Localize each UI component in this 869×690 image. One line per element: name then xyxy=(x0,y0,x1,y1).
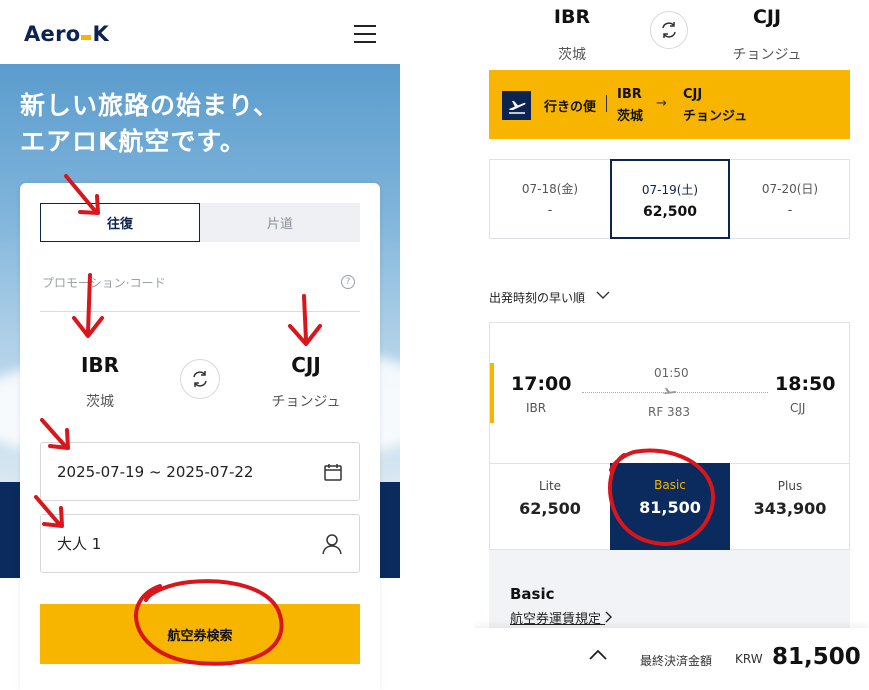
menu-icon[interactable] xyxy=(354,25,376,43)
user-icon xyxy=(322,534,342,555)
red-annotation-overlay xyxy=(608,448,715,546)
destination-airport[interactable]: CJJ チョンジュ xyxy=(246,353,366,411)
flight-search-card: 往復 片道 プロモーション·コード ? IBR 茨城 CJJ チョンジュ 202… xyxy=(20,183,380,690)
tab-one-way[interactable]: 片道 xyxy=(200,203,360,242)
search-screen: Aero K 新しい旅路の始まり、 エアロK航空です。 往復 片道 プロモーション… xyxy=(0,0,400,690)
search-flights-button[interactable]: 航空券検索 xyxy=(40,604,360,664)
promo-code-input[interactable]: プロモーション·コード xyxy=(42,274,166,291)
app-header: Aero K xyxy=(0,0,400,64)
fare-select-screen: IBR 茨城 CJJ チョンジュ 行きの便 IBR 茨城 → CJJ チョンジュ… xyxy=(474,0,869,690)
help-icon[interactable]: ? xyxy=(341,275,355,289)
origin-airport[interactable]: IBR 茨城 xyxy=(40,353,160,411)
swap-airports-button[interactable] xyxy=(180,359,220,399)
swap-icon xyxy=(193,371,207,387)
hero-title: 新しい旅路の始まり、 エアロK航空です。 xyxy=(20,91,280,156)
annotation-circle-basic-fare xyxy=(608,448,715,546)
passenger-field[interactable]: 大人 1 xyxy=(40,514,360,573)
date-range-field[interactable]: 2025-07-19 ~ 2025-07-22 xyxy=(40,442,360,501)
calendar-icon xyxy=(324,464,342,481)
brand-logo[interactable]: Aero K xyxy=(24,22,109,46)
tab-round-trip[interactable]: 往復 xyxy=(40,203,200,242)
comparison-screenshot: Aero K 新しい旅路の始まり、 エアロK航空です。 往復 片道 プロモーション… xyxy=(0,0,869,690)
